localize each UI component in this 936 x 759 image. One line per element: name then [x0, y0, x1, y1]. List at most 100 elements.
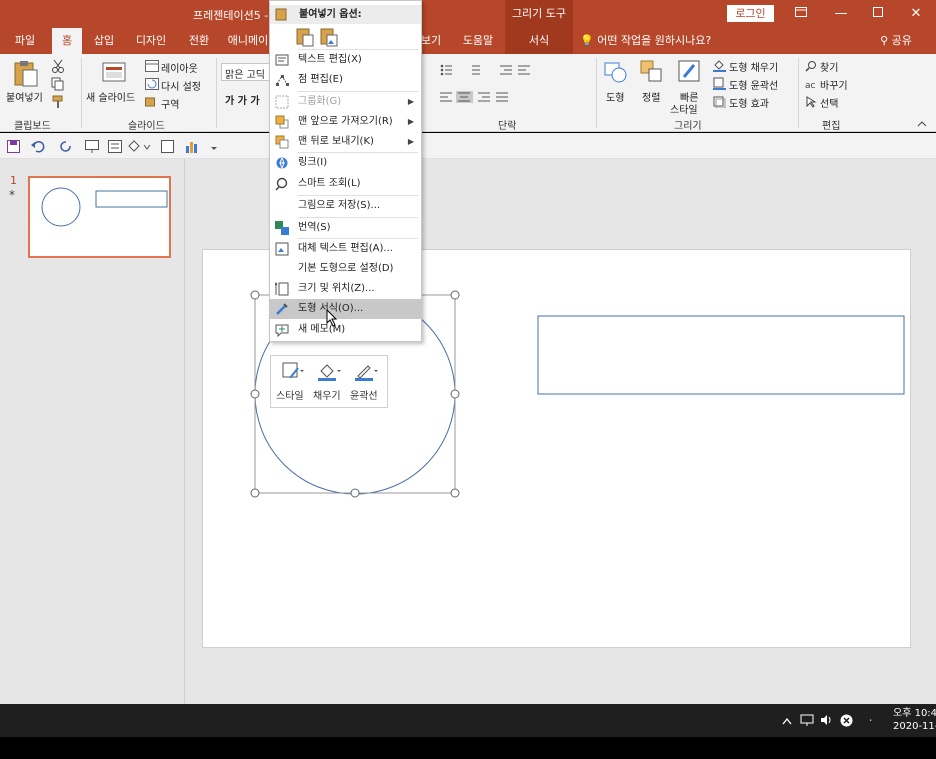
volume-icon[interactable]: [820, 714, 834, 729]
clock[interactable]: 오후 10:4 2020-11-: [893, 707, 936, 733]
alt-text-icon: [275, 242, 289, 256]
tab-transitions[interactable]: 전환: [182, 28, 216, 54]
section-label[interactable]: 구역: [161, 96, 179, 111]
tab-file[interactable]: 파일: [8, 28, 42, 54]
menu-item-link[interactable]: 링크(I): [270, 153, 421, 173]
menu-item-group[interactable]: 그룹화(G) ▶: [270, 92, 421, 112]
title-bar: 프레젠테이션5 - 그리기 도구 로그인 — ✕: [0, 0, 936, 28]
font-name-box[interactable]: 맑은 고딕: [221, 63, 271, 81]
shapes-icon[interactable]: [604, 60, 628, 87]
font-style-buttons[interactable]: 가 가 가: [225, 92, 260, 107]
replace-icon[interactable]: ac: [805, 78, 817, 93]
login-button[interactable]: 로그인: [727, 5, 774, 22]
style-label[interactable]: 스타일: [276, 387, 304, 402]
align-icons[interactable]: [440, 90, 530, 106]
shape-effects-label[interactable]: 도형 효과: [729, 95, 769, 110]
reset-label[interactable]: 다시 설정: [161, 78, 201, 93]
shapes-label[interactable]: 도형: [606, 89, 624, 104]
layout-label[interactable]: 레이아웃: [161, 60, 198, 75]
menu-item-smart-lookup[interactable]: 스마트 조회(L): [270, 174, 421, 194]
copy-icon[interactable]: [51, 77, 65, 94]
fill-icon[interactable]: [318, 362, 342, 385]
share-button[interactable]: ⚲ 공유: [876, 28, 916, 54]
qat-customize-icon[interactable]: [210, 142, 218, 155]
tab-design[interactable]: 디자인: [130, 28, 172, 54]
layout-icon[interactable]: [145, 60, 159, 75]
group-editing: 편집: [822, 121, 841, 132]
menu-item-format-shape[interactable]: 도형 서식(O)...: [270, 299, 421, 319]
section-icon[interactable]: [145, 96, 159, 111]
paste-icon[interactable]: [13, 60, 39, 91]
menu-item-edit-points[interactable]: 점 편집(E): [270, 70, 421, 90]
quick-styles-label-2[interactable]: 스타일: [670, 101, 698, 116]
present-icon[interactable]: [85, 140, 99, 156]
arrange-icon[interactable]: [640, 60, 664, 87]
arrange-label[interactable]: 정렬: [642, 89, 660, 104]
slide-star: *: [9, 188, 15, 202]
clock-time: 오후 10:4: [893, 708, 936, 719]
close-icon[interactable]: ✕: [906, 4, 926, 24]
shape-fill-icon[interactable]: [713, 59, 726, 75]
group-separator: [596, 58, 597, 128]
undo-icon[interactable]: [31, 140, 45, 156]
translate-icon: [275, 221, 289, 235]
collapse-ribbon-icon[interactable]: [917, 118, 927, 131]
chart-icon[interactable]: [185, 140, 198, 156]
paste-picture-icon[interactable]: [320, 27, 338, 50]
shape-fill-label[interactable]: 도형 채우기: [729, 59, 778, 74]
select-label[interactable]: 선택: [820, 95, 838, 110]
menu-item-save-as-picture[interactable]: 그림으로 저장(S)...: [270, 196, 421, 216]
shape-outline-icon[interactable]: [713, 77, 726, 93]
format-painter-icon[interactable]: [51, 95, 65, 112]
rectangle-shape[interactable]: [537, 315, 905, 395]
maximize-icon[interactable]: [868, 4, 888, 24]
shape-outline-label[interactable]: 도형 윤곽선: [729, 77, 778, 92]
screen-bottom-border: [0, 737, 936, 759]
tab-format[interactable]: 서식: [505, 28, 573, 54]
ribbon-display-icon[interactable]: [791, 4, 811, 24]
tab-animations[interactable]: 애니메이: [226, 28, 270, 54]
menu-item-edit-alt-text[interactable]: 대체 텍스트 편집(A)...: [270, 239, 421, 259]
slide-thumbnail[interactable]: [28, 176, 171, 258]
menu-item-bring-to-front[interactable]: 맨 앞으로 가져오기(R) ▶: [270, 112, 421, 132]
error-circle-icon[interactable]: [840, 714, 853, 730]
menu-item-send-to-back[interactable]: 맨 뒤로 보내기(K) ▶: [270, 132, 421, 152]
outline-view-icon[interactable]: [108, 140, 122, 156]
network-icon[interactable]: [800, 714, 814, 729]
svg-text:ㆍ: ㆍ: [866, 716, 875, 726]
redo-icon[interactable]: [60, 140, 73, 156]
taskbar: ㆍ 오후 10:4 2020-11-: [0, 704, 936, 737]
replace-label[interactable]: 바꾸기: [820, 77, 848, 92]
save-icon[interactable]: [7, 140, 20, 156]
paste-label[interactable]: 붙여넣기: [6, 89, 43, 104]
outline-icon[interactable]: [355, 362, 379, 385]
quick-styles-icon[interactable]: [678, 60, 702, 87]
find-icon[interactable]: [805, 60, 817, 75]
tab-help[interactable]: 도움말: [458, 28, 498, 54]
layout-qat-icon[interactable]: [161, 140, 174, 156]
tab-home[interactable]: 홈: [52, 28, 82, 54]
cut-icon[interactable]: [51, 59, 65, 76]
fill-label[interactable]: 채우기: [313, 387, 341, 402]
shape-effects-icon[interactable]: [713, 95, 726, 111]
outline-label[interactable]: 윤곽선: [350, 387, 378, 402]
tab-insert[interactable]: 삽입: [88, 28, 120, 54]
menu-item-set-default-shape[interactable]: 기본 도형으로 설정(D): [270, 259, 421, 279]
menu-item-size-position[interactable]: 크기 및 위치(Z)...: [270, 279, 421, 299]
input-method-icon[interactable]: ㆍ: [865, 714, 877, 729]
new-slide-label[interactable]: 새 슬라이드: [86, 89, 135, 104]
new-slide-icon[interactable]: [101, 59, 127, 88]
paste-keep-source-icon[interactable]: [296, 27, 314, 50]
menu-item-translate[interactable]: 번역(S): [270, 218, 421, 238]
select-icon[interactable]: [805, 96, 817, 111]
shape-qat-icon[interactable]: [128, 140, 152, 156]
bullets-icon[interactable]: [440, 64, 540, 79]
menu-item-edit-text[interactable]: 텍스트 편집(X): [270, 50, 421, 70]
reset-icon[interactable]: [145, 78, 159, 93]
chevron-up-icon[interactable]: [782, 715, 792, 728]
tell-me-box[interactable]: 💡 어떤 작업을 원하시나요?: [580, 28, 720, 54]
minimize-icon[interactable]: —: [831, 4, 851, 24]
menu-item-new-comment[interactable]: 새 메모(M): [270, 320, 421, 340]
find-label[interactable]: 찾기: [820, 59, 838, 74]
style-icon[interactable]: [282, 362, 304, 385]
